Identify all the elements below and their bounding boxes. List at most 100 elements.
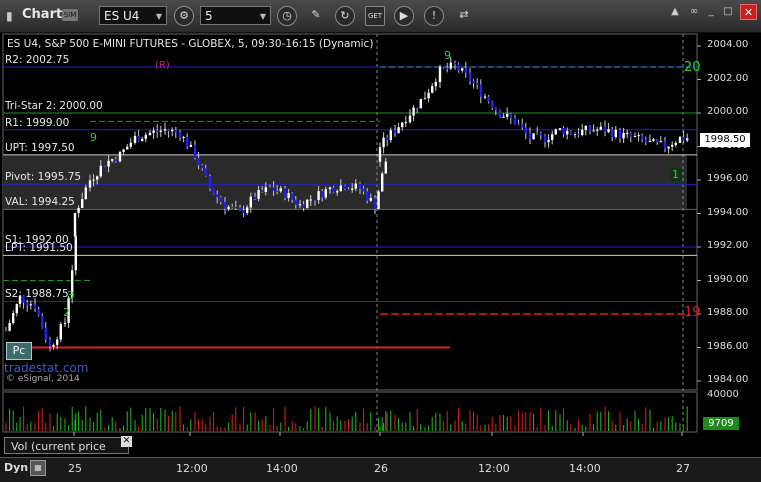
link-window-icon[interactable]: ∞: [686, 4, 702, 20]
candle-body: [182, 136, 185, 138]
level-label: UPT: 1997.50: [5, 141, 75, 154]
candle-body: [253, 196, 257, 199]
candle-body: [381, 173, 384, 192]
candle-body: [163, 129, 167, 131]
candle-body: [178, 132, 182, 138]
window-title: Chart: [22, 7, 63, 22]
minimize-icon[interactable]: _: [703, 4, 719, 20]
candle-body: [513, 117, 517, 124]
candle-body: [656, 139, 659, 142]
chevron-down-icon[interactable]: ▼: [156, 7, 162, 26]
volume-pane-label[interactable]: Vol (current price bar): [4, 437, 129, 470]
candle-body: [171, 129, 174, 132]
candle-body: [73, 212, 77, 237]
candle-body: [384, 161, 387, 174]
chevron-down-icon[interactable]: ▼: [260, 7, 266, 26]
candle-body: [156, 130, 159, 132]
candle-body: [416, 107, 419, 109]
candle-body: [317, 191, 320, 201]
candle-body: [186, 136, 189, 148]
candle-body: [386, 137, 389, 141]
x-tick-label: 25: [68, 462, 82, 475]
seq-3-label: 3: [67, 289, 74, 302]
candle-body: [377, 191, 380, 210]
get-icon[interactable]: GET: [365, 6, 385, 26]
candle-body: [74, 236, 77, 271]
candle-body: [279, 188, 282, 192]
plot-frame: [2, 33, 698, 391]
candle-body: [449, 62, 452, 69]
candle-body: [491, 101, 494, 109]
candle-body: [111, 159, 114, 161]
seq-9-label: 9: [90, 131, 97, 144]
candle-body: [378, 147, 382, 162]
candle-body: [272, 187, 275, 191]
candle-body: [412, 107, 415, 116]
candle-body: [663, 141, 667, 149]
calendar-icon[interactable]: ▦: [30, 460, 46, 476]
candle-body: [238, 207, 242, 211]
candle-body: [8, 322, 11, 331]
grid: [2, 33, 701, 436]
candle-body: [431, 86, 434, 93]
candle-body: [48, 339, 52, 347]
candle-body: [369, 198, 372, 201]
candle-body: [644, 139, 647, 143]
candle-body: [498, 110, 502, 118]
candle-body: [59, 324, 62, 340]
candle-body: [126, 146, 129, 150]
candle-body: [521, 124, 524, 128]
candle-body: [472, 81, 475, 84]
candle-body: [339, 185, 342, 192]
candle-body: [336, 191, 339, 193]
symbol-input[interactable]: ES U4 ▼: [99, 6, 167, 25]
refresh-icon[interactable]: ↻: [335, 6, 355, 26]
candle-body: [554, 129, 557, 135]
pin-icon[interactable]: ▲: [667, 4, 683, 20]
candle-body: [261, 190, 264, 192]
x-tick-label: 27: [676, 462, 690, 475]
candle-body: [362, 188, 365, 192]
candle-body: [4, 330, 8, 332]
candle-body: [674, 142, 677, 145]
chart-title: ES U4, S&P 500 E-MINI FUTURES - GLOBEX, …: [7, 38, 374, 50]
clock-icon[interactable]: ◷: [277, 6, 297, 26]
pc-button[interactable]: Pc: [6, 342, 32, 360]
candle-body: [167, 129, 170, 132]
alert-icon[interactable]: !: [424, 6, 444, 26]
dyn-label[interactable]: Dyn: [4, 461, 28, 474]
candle-body: [682, 136, 685, 141]
candle-body: [33, 304, 37, 309]
candle-body: [144, 134, 147, 139]
candle-body: [438, 66, 442, 83]
candle-body: [201, 165, 204, 169]
y-tick-label: 2000.00: [707, 106, 749, 117]
play-icon[interactable]: ▶: [394, 6, 414, 26]
symbol-settings-icon[interactable]: ⚙: [174, 6, 194, 26]
maximize-icon[interactable]: □: [720, 4, 736, 20]
y-tick-label: 1994.00: [707, 206, 749, 218]
volume-frame: [2, 391, 698, 433]
candle-body: [246, 207, 249, 213]
candle-body: [84, 187, 87, 200]
close-icon[interactable]: ✕: [121, 436, 132, 447]
count-1-label: 1: [670, 168, 681, 181]
interval-input[interactable]: 5 ▼: [200, 6, 271, 25]
candle-body: [494, 108, 497, 111]
candle-body: [614, 129, 617, 138]
candle-body: [517, 123, 520, 125]
price-chart[interactable]: [0, 32, 761, 457]
y-tick-label: 1986.00: [707, 340, 749, 352]
candle-body: [193, 144, 197, 159]
candle-body: [427, 92, 430, 99]
pencil-icon[interactable]: ✎: [306, 6, 326, 26]
candle-body: [63, 322, 67, 325]
close-icon[interactable]: ✕: [740, 4, 757, 20]
link-icon[interactable]: ⇄: [454, 6, 474, 26]
candle-body: [423, 98, 427, 100]
candle-body: [562, 128, 565, 135]
y-tick-label: 2004.00: [707, 39, 749, 50]
count-20-label: 20: [684, 60, 701, 75]
candle-body: [596, 129, 599, 131]
candle-body: [573, 134, 577, 136]
